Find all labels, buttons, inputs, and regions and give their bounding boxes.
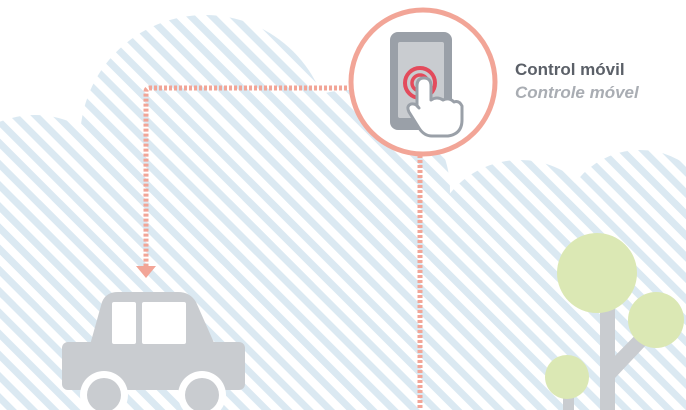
illustration-scene: Control móvil Controle móvel	[0, 0, 686, 410]
mobile-control-badge	[348, 7, 498, 157]
phone-touch-icon	[390, 32, 464, 138]
feature-title: Control móvil	[515, 60, 625, 79]
feature-subtitle: Controle móvel	[515, 83, 639, 102]
